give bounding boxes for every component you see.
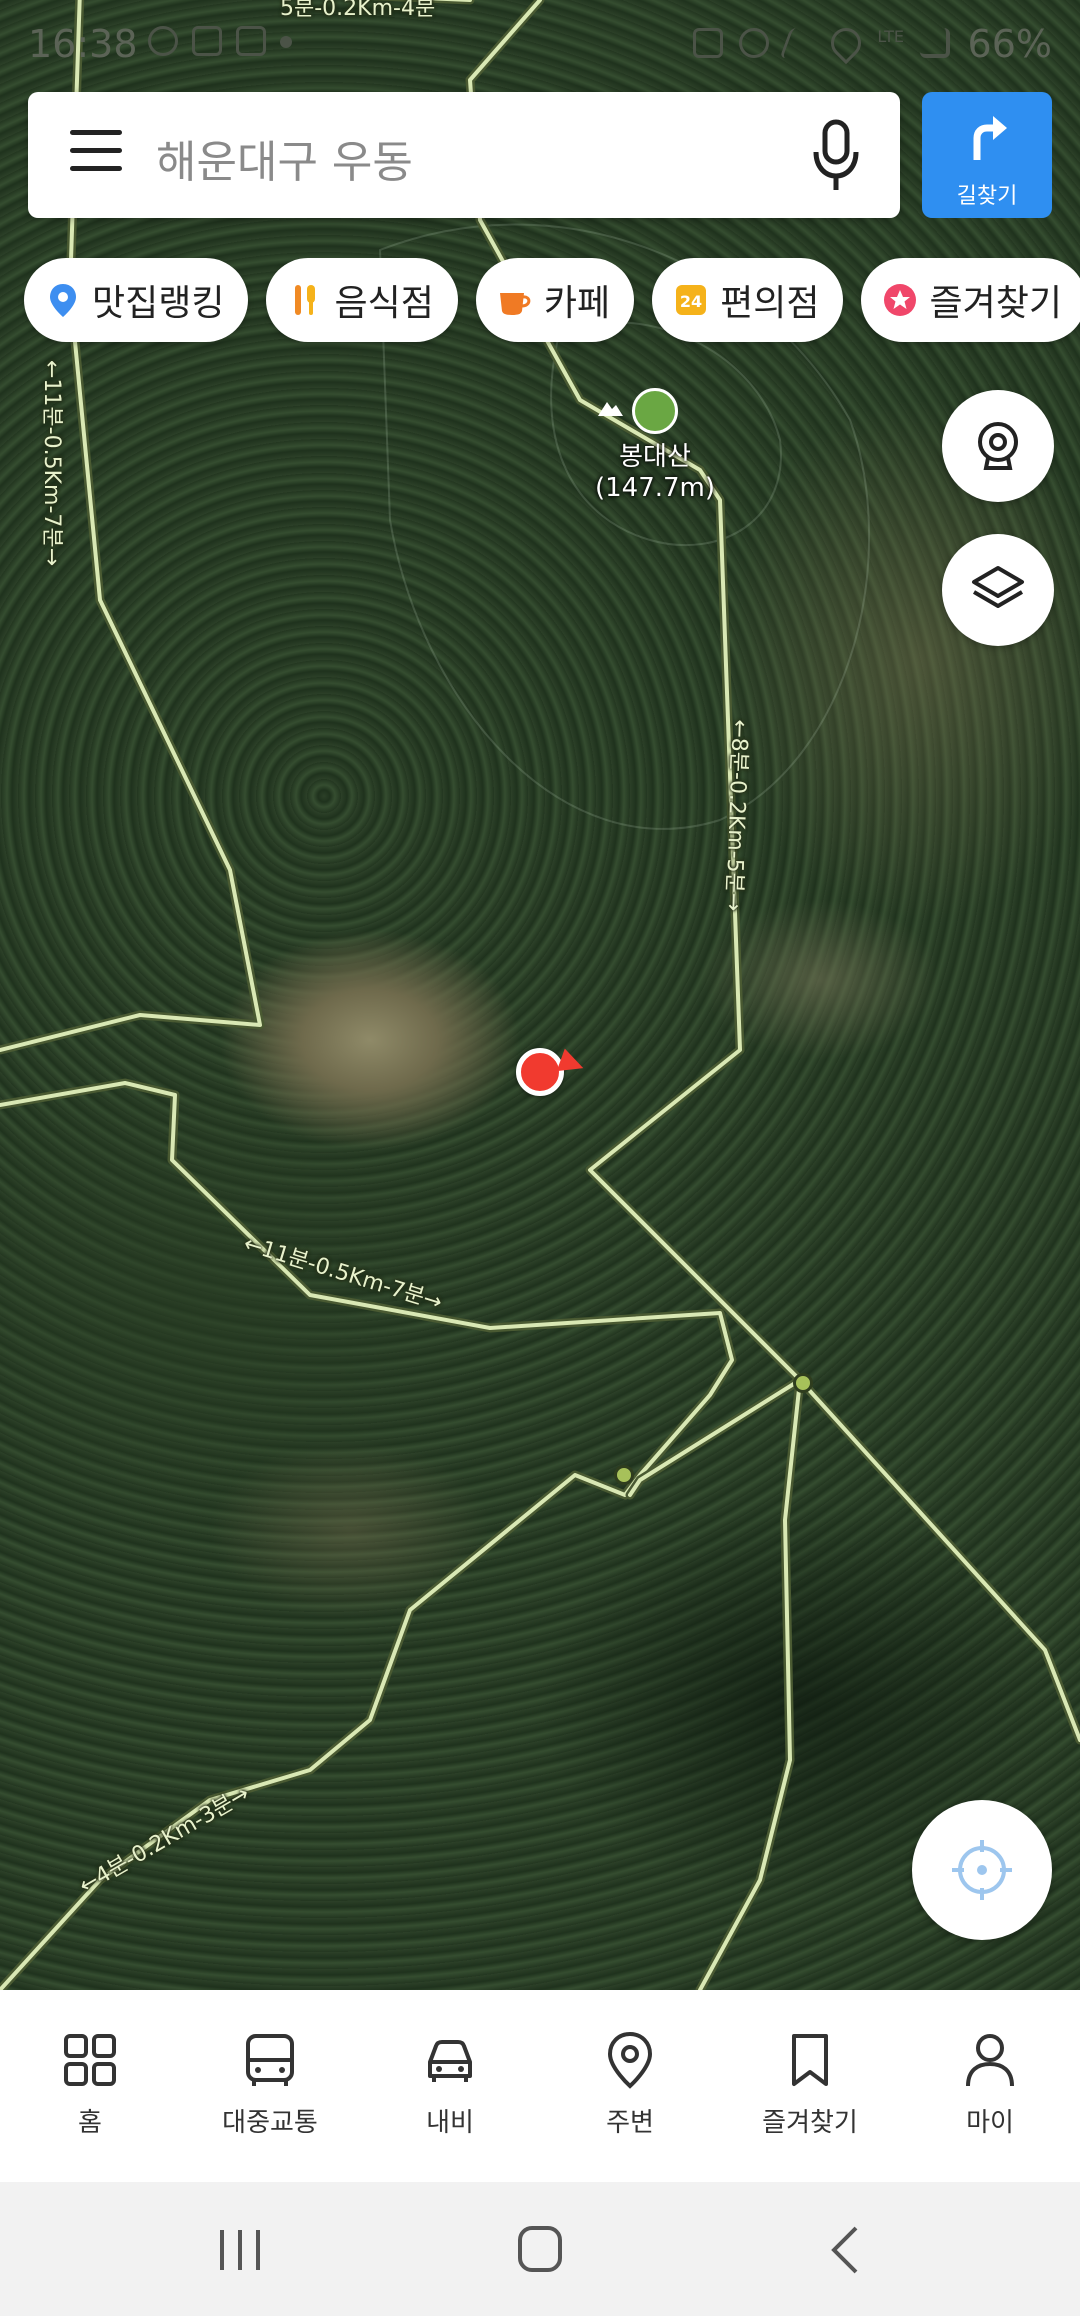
camera-view-icon [978, 422, 1018, 470]
chip-convenience-store[interactable]: 24 편의점 [652, 258, 844, 342]
signal-icon [920, 28, 950, 58]
poi-elevation: (147.7m) [594, 473, 716, 503]
street-view-button[interactable] [942, 390, 1054, 502]
map-pin-icon [607, 2031, 653, 2089]
trail-junction [793, 1373, 813, 1393]
microphone-icon[interactable] [806, 116, 866, 196]
home-icon[interactable] [510, 2222, 570, 2278]
chip-restaurant-ranking[interactable]: 맛집랭킹 [24, 258, 249, 342]
menu-icon[interactable] [70, 130, 122, 180]
chip-label: 카페 [543, 283, 611, 324]
category-chips: 맛집랭킹 음식점 카페 24 편의점 즐겨찾기 [24, 258, 1080, 342]
person-icon [966, 2034, 1014, 2087]
status-bar: 16:38 LTE 66% [0, 0, 1080, 92]
current-location-marker [516, 1048, 564, 1096]
chat-icon [148, 26, 178, 56]
map-layers-button[interactable] [942, 534, 1054, 646]
search-bar[interactable]: 해운대구 우동 [28, 92, 900, 218]
crosshair-icon [952, 1840, 1012, 1900]
route-button[interactable]: 길찾기 [922, 92, 1052, 218]
location-pin-icon [44, 281, 82, 319]
24-store-icon: 24 [672, 281, 710, 319]
status-time: 16:38 [28, 22, 138, 66]
poi-name: 봉대산 [619, 442, 691, 472]
search-input[interactable]: 해운대구 우동 [156, 126, 413, 190]
bottom-navigation: 홈 대중교통 내비 주변 즐겨찾기 마이 [0, 1990, 1080, 2182]
nav-navigation[interactable]: 내비 [360, 1990, 540, 2182]
chip-restaurant[interactable]: 음식점 [266, 258, 458, 342]
image-icon [192, 26, 222, 56]
layers-icon [972, 566, 1024, 608]
system-navigation-bar [0, 2182, 1080, 2316]
chip-cafe[interactable]: 카페 [475, 258, 635, 342]
battery-level: 66% [967, 22, 1052, 66]
nav-label: 홈 [78, 2108, 102, 2138]
recent-apps-icon[interactable] [210, 2222, 270, 2278]
nav-label: 주변 [606, 2108, 654, 2138]
sim-icon [693, 28, 724, 58]
chip-favorites[interactable]: 즐겨찾기 [861, 258, 1080, 342]
trail-junction [614, 1465, 634, 1485]
mountain-poi[interactable]: 봉대산 (147.7m) [590, 388, 720, 503]
star-icon [881, 281, 919, 319]
chip-label: 맛집랭킹 [92, 283, 225, 324]
dot-icon [280, 36, 292, 48]
chip-label: 편의점 [720, 283, 820, 324]
location-icon [825, 21, 868, 65]
utensils-icon [286, 281, 324, 319]
nav-label: 즐겨찾기 [762, 2108, 858, 2138]
nav-home[interactable]: 홈 [0, 1990, 180, 2182]
nav-favorites[interactable]: 즐겨찾기 [720, 1990, 900, 2182]
calendar-icon [236, 26, 266, 56]
nav-label: 대중교통 [222, 2108, 318, 2138]
turn-right-arrow-icon [973, 116, 1007, 160]
coffee-cup-icon [496, 281, 534, 319]
nav-my[interactable]: 마이 [900, 1990, 1080, 2182]
chip-label: 음식점 [334, 283, 434, 324]
back-icon[interactable] [816, 2222, 876, 2278]
my-location-button[interactable] [912, 1800, 1052, 1940]
alarm-icon [739, 28, 770, 58]
nav-transit[interactable]: 대중교통 [180, 1990, 360, 2182]
bookmark-icon [792, 2034, 828, 2086]
trail-label: ←11분-0.5Km-7분→ [39, 360, 64, 567]
mute-icon [779, 28, 821, 58]
mountain-icon [598, 388, 678, 434]
trail-label: ←8분-0.2Km-5분→ [720, 718, 753, 912]
grid-icon [64, 2034, 116, 2086]
chip-label: 즐겨찾기 [929, 283, 1062, 324]
nav-label: 내비 [426, 2108, 474, 2138]
network-type: LTE [877, 27, 904, 46]
svg-text:24: 24 [680, 292, 702, 311]
route-button-label: 길찾기 [956, 184, 1018, 209]
bus-icon [246, 2034, 294, 2086]
nav-label: 마이 [966, 2108, 1014, 2138]
car-icon [428, 2040, 472, 2082]
nav-nearby[interactable]: 주변 [540, 1990, 720, 2182]
